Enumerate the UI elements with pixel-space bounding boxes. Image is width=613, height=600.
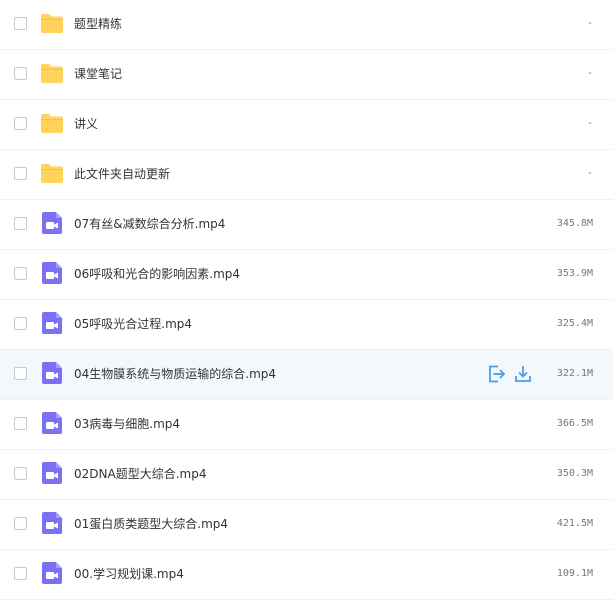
- file-name[interactable]: 07有丝&减数综合分析.mp4: [74, 200, 225, 248]
- file-size: -: [586, 118, 593, 129]
- video-file-icon: [40, 211, 64, 234]
- folder-icon: [40, 12, 64, 34]
- file-name[interactable]: 课堂笔记: [74, 50, 122, 98]
- row-checkbox[interactable]: [14, 467, 27, 480]
- file-name[interactable]: 题型精练: [74, 0, 122, 48]
- row-checkbox[interactable]: [14, 317, 27, 330]
- file-row[interactable]: 题型精练 -: [0, 0, 613, 50]
- file-size: 421.5M: [556, 518, 593, 529]
- row-checkbox[interactable]: [14, 267, 27, 280]
- file-row[interactable]: 讲义 -: [0, 100, 613, 150]
- row-checkbox[interactable]: [14, 567, 27, 580]
- download-icon[interactable]: [513, 364, 533, 384]
- row-checkbox[interactable]: [14, 367, 27, 380]
- file-size: 350.3M: [556, 468, 593, 479]
- video-file-icon: [40, 411, 64, 434]
- file-row[interactable]: 01蛋白质类题型大综合.mp4 421.5M: [0, 500, 613, 550]
- folder-icon: [40, 62, 64, 84]
- row-checkbox[interactable]: [14, 217, 27, 230]
- file-size: -: [586, 68, 593, 79]
- file-size: -: [586, 168, 593, 179]
- file-name[interactable]: 01蛋白质类题型大综合.mp4: [74, 500, 228, 548]
- file-name[interactable]: 讲义: [74, 100, 98, 148]
- file-row[interactable]: 课堂笔记 -: [0, 50, 613, 100]
- file-row[interactable]: 06呼吸和光合的影响因素.mp4 353.9M: [0, 250, 613, 300]
- folder-icon: [40, 162, 64, 184]
- file-name[interactable]: 04生物膜系统与物质运输的综合.mp4: [74, 350, 276, 398]
- video-file-icon: [40, 261, 64, 284]
- file-name[interactable]: 05呼吸光合过程.mp4: [74, 300, 192, 348]
- file-row[interactable]: 02DNA题型大综合.mp4 350.3M: [0, 450, 613, 500]
- file-name[interactable]: 02DNA题型大综合.mp4: [74, 450, 206, 498]
- video-file-icon: [40, 561, 64, 584]
- file-row[interactable]: 此文件夹自动更新 -: [0, 150, 613, 200]
- file-name[interactable]: 03病毒与细胞.mp4: [74, 400, 180, 448]
- video-file-icon: [40, 461, 64, 484]
- file-size: 325.4M: [556, 318, 593, 329]
- file-size: 109.1M: [556, 568, 593, 579]
- row-checkbox[interactable]: [14, 17, 27, 30]
- file-name[interactable]: 00.学习规划课.mp4: [74, 550, 184, 598]
- file-size: -: [586, 18, 593, 29]
- file-row[interactable]: 00.学习规划课.mp4 109.1M: [0, 550, 613, 600]
- file-row[interactable]: 04生物膜系统与物质运输的综合.mp4 322.1M: [0, 350, 613, 400]
- file-row[interactable]: 05呼吸光合过程.mp4 325.4M: [0, 300, 613, 350]
- file-size: 353.9M: [556, 268, 593, 279]
- video-file-icon: [40, 361, 64, 384]
- row-checkbox[interactable]: [14, 417, 27, 430]
- file-size: 322.1M: [556, 368, 593, 379]
- row-checkbox[interactable]: [14, 167, 27, 180]
- folder-icon: [40, 112, 64, 134]
- file-name[interactable]: 06呼吸和光合的影响因素.mp4: [74, 250, 240, 298]
- file-size: 366.5M: [556, 418, 593, 429]
- video-file-icon: [40, 311, 64, 334]
- video-file-icon: [40, 511, 64, 534]
- share-icon[interactable]: [487, 364, 507, 384]
- file-size: 345.8M: [556, 218, 593, 229]
- file-list: 题型精练 - 课堂笔记 - 讲义 - 此文件夹自动更新 - 07有丝&减数综合分…: [0, 0, 613, 600]
- row-checkbox[interactable]: [14, 67, 27, 80]
- file-name[interactable]: 此文件夹自动更新: [74, 150, 170, 198]
- row-checkbox[interactable]: [14, 117, 27, 130]
- row-checkbox[interactable]: [14, 517, 27, 530]
- file-row[interactable]: 07有丝&减数综合分析.mp4 345.8M: [0, 200, 613, 250]
- file-row[interactable]: 03病毒与细胞.mp4 366.5M: [0, 400, 613, 450]
